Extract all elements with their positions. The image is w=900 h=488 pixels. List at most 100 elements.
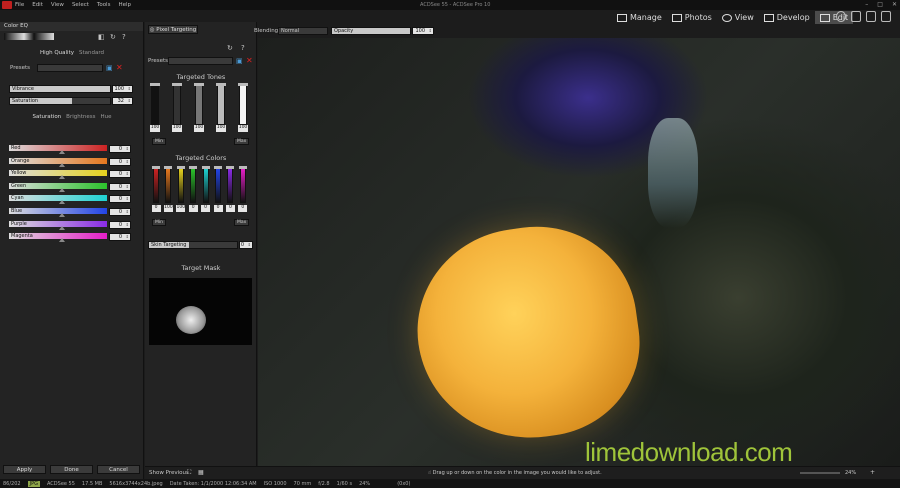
slider-handle-icon[interactable]	[176, 166, 185, 169]
slider-handle-icon[interactable]	[214, 166, 222, 169]
slider-handle-icon[interactable]	[59, 213, 65, 217]
color-slider[interactable]	[165, 168, 172, 203]
slider-handle-icon[interactable]	[150, 83, 160, 86]
saturation-value[interactable]: 32 ⇕	[112, 97, 133, 105]
menu-file[interactable]: File	[15, 2, 24, 8]
image-canvas[interactable]	[258, 38, 900, 466]
color-slider[interactable]	[190, 168, 197, 203]
colors-max-button[interactable]: Max	[234, 219, 250, 226]
opacity-slider[interactable]: Opacity	[331, 27, 411, 35]
eq-gradient-bar[interactable]	[9, 208, 107, 214]
tab-brightness[interactable]: Brightness	[66, 114, 95, 120]
saturation-slider[interactable]: Saturation	[9, 97, 111, 105]
eq-value-blue[interactable]: 0 ⇕	[109, 208, 131, 216]
color-slider[interactable]	[215, 168, 221, 203]
menu-edit[interactable]: Edit	[32, 2, 43, 8]
tab-standard[interactable]: Standard	[79, 50, 104, 56]
done-button[interactable]: Done	[50, 465, 93, 474]
eq-row-green[interactable]: Green	[9, 182, 107, 192]
slider-handle-icon[interactable]	[201, 166, 210, 169]
slider-handle-icon[interactable]	[59, 175, 65, 180]
tone-value[interactable]: 100	[216, 125, 226, 132]
slider-handle-icon[interactable]	[194, 83, 204, 86]
apply-button[interactable]: Apply	[3, 465, 46, 474]
compare-icon[interactable]: ◧	[98, 33, 105, 41]
color-slider[interactable]	[227, 168, 234, 203]
tones-min-button[interactable]: Min	[152, 138, 166, 145]
eq-value-green[interactable]: 0 ⇕	[109, 182, 131, 191]
spinner-icon[interactable]: ⇕	[128, 86, 131, 91]
menu-help[interactable]: Help	[118, 2, 131, 8]
menu-tools[interactable]: Tools	[97, 2, 111, 8]
eq-gradient-bar[interactable]	[9, 145, 107, 151]
slider-handle-icon[interactable]	[216, 83, 226, 86]
tone-value[interactable]: 100	[194, 125, 204, 132]
histogram-icon[interactable]: ▦	[198, 469, 204, 476]
tulip-photo[interactable]	[404, 213, 652, 453]
slider-handle-icon[interactable]	[59, 162, 65, 167]
mode-photos[interactable]: Photos	[667, 11, 717, 24]
tone-value[interactable]: 100	[172, 125, 182, 132]
blending-dropdown[interactable]: Normal	[278, 27, 328, 35]
color-value[interactable]: 100	[176, 205, 186, 212]
spinner-icon[interactable]: ⇕	[128, 98, 131, 103]
eq-value-red[interactable]: 0 ⇕	[109, 145, 131, 153]
eq-value-magenta[interactable]: 0 ⇕	[109, 233, 131, 242]
presets-dropdown[interactable]	[37, 64, 103, 72]
tone-slider[interactable]	[173, 85, 181, 125]
color-value[interactable]: 0	[225, 205, 235, 212]
save-preset-icon[interactable]: ▣	[106, 64, 113, 72]
cancel-button[interactable]: Cancel	[97, 465, 140, 474]
color-value[interactable]: 0	[151, 205, 161, 212]
color-slider[interactable]	[239, 168, 246, 203]
tones-max-button[interactable]: Max	[234, 138, 250, 145]
eq-value-yellow[interactable]: 0 ⇕	[109, 170, 131, 179]
slider-handle-icon[interactable]	[59, 150, 65, 154]
slider-handle-icon[interactable]	[152, 166, 160, 169]
tone-slider[interactable]	[151, 85, 159, 125]
slider-handle-icon[interactable]	[59, 238, 65, 243]
color-slider[interactable]	[177, 168, 184, 203]
slider-handle-icon[interactable]	[59, 200, 65, 205]
help-icon[interactable]: ?	[241, 44, 245, 52]
color-value[interactable]: 0	[188, 205, 198, 212]
vibrance-value[interactable]: 100 ⇕	[112, 85, 133, 93]
color-slider[interactable]	[153, 168, 159, 203]
reset-icon[interactable]: ↻	[227, 44, 233, 52]
tone-value[interactable]: 100	[238, 125, 248, 132]
reset-icon[interactable]: ↻	[110, 33, 116, 41]
menu-select[interactable]: Select	[72, 2, 89, 8]
color-value[interactable]: 0	[213, 205, 223, 212]
opacity-value[interactable]: 100 ⇕	[412, 27, 434, 35]
delete-preset-icon[interactable]: ✕	[246, 56, 253, 65]
slider-handle-icon[interactable]	[189, 166, 198, 169]
signal-icon[interactable]	[866, 11, 876, 22]
eq-row-purple[interactable]: Purple	[9, 220, 107, 230]
tools-icon[interactable]	[881, 11, 891, 22]
color-value[interactable]: 0	[201, 205, 211, 212]
slider-handle-icon[interactable]	[172, 83, 182, 86]
minimize-icon[interactable]: –	[865, 1, 868, 8]
tab-high-quality[interactable]: High Quality	[40, 50, 74, 56]
slider-handle-icon[interactable]	[226, 166, 235, 169]
skin-targeting-value[interactable]: 0 ⇕	[239, 241, 253, 249]
color-value[interactable]: 0	[238, 205, 248, 212]
vibrance-slider[interactable]: Vibrance	[9, 85, 111, 93]
mode-develop[interactable]: Develop	[759, 11, 815, 24]
show-previous-button[interactable]: Show Previous	[149, 470, 189, 476]
eq-gradient-bar[interactable]	[9, 195, 107, 202]
delete-preset-icon[interactable]: ✕	[116, 63, 123, 72]
slider-handle-icon[interactable]	[59, 225, 65, 230]
zoom-in-icon[interactable]: +	[870, 469, 875, 476]
eq-row-yellow[interactable]: Yellow	[9, 170, 107, 180]
color-value[interactable]: 100	[163, 205, 173, 212]
slider-handle-icon[interactable]	[164, 166, 173, 169]
eq-value-orange[interactable]: 0 ⇕	[109, 157, 131, 166]
eq-row-red[interactable]: Red	[9, 145, 107, 154]
presets-dropdown[interactable]	[168, 57, 233, 65]
eq-row-blue[interactable]: Blue	[9, 208, 107, 217]
slider-handle-icon[interactable]	[59, 187, 65, 192]
fit-icon[interactable]: ⛶	[187, 469, 191, 477]
tone-slider[interactable]	[239, 85, 247, 125]
zoom-slider[interactable]	[800, 472, 840, 474]
